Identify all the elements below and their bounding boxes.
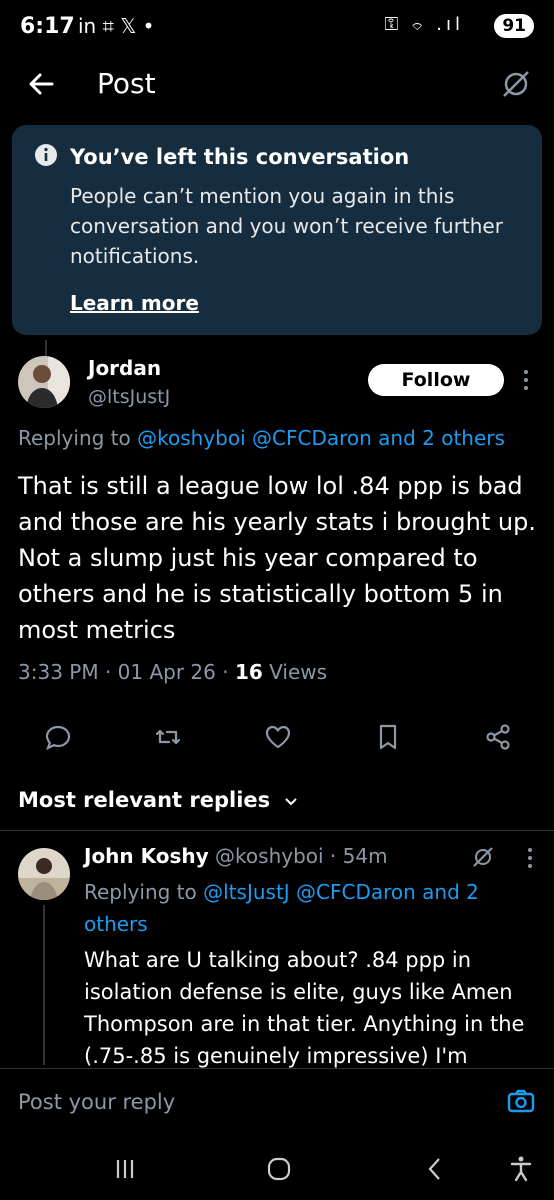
reply-replying-prefix: Replying to	[84, 880, 204, 904]
reply-handle-time: @koshyboi · 54m	[208, 844, 388, 868]
like-icon[interactable]	[263, 722, 293, 752]
grok-icon[interactable]	[470, 844, 496, 870]
more-options-icon[interactable]	[516, 366, 536, 394]
views-label: Views	[262, 660, 328, 684]
reply-text: What are U talking about? .84 ppp in iso…	[84, 948, 525, 1068]
learn-more-link[interactable]: Learn more	[70, 291, 199, 315]
post-timestamp: 3:33 PM · 01 Apr 26 ·	[18, 660, 235, 684]
author-name[interactable]: Jordan	[88, 356, 161, 380]
share-icon[interactable]	[483, 722, 513, 752]
left-conversation-banner: You’ve left this conversation People can…	[12, 125, 542, 335]
reply-author-name: John Koshy	[84, 844, 209, 868]
thread-connector	[43, 905, 45, 1065]
bookmark-icon[interactable]	[373, 722, 403, 752]
reply-replying-to: Replying to @ltsJustJ @CFCDaron and 2 ot…	[84, 876, 544, 940]
replying-prefix: Replying to	[18, 426, 138, 450]
info-icon	[34, 143, 58, 167]
views-count: 16	[234, 660, 263, 684]
chevron-down-icon	[285, 798, 298, 806]
more-options-icon[interactable]	[520, 844, 540, 872]
author-handle[interactable]: @ltsJustJ	[88, 386, 170, 408]
reply-avatar[interactable]	[18, 848, 70, 900]
grok-icon[interactable]	[496, 64, 536, 104]
replying-targets[interactable]: @koshyboi @CFCDaron and 2 others	[137, 426, 505, 450]
banner-title: You’ve left this conversation	[70, 145, 410, 169]
reply-input[interactable]: Post your reply	[18, 1090, 175, 1114]
repost-icon[interactable]	[153, 722, 183, 752]
replies-sort-dropdown[interactable]: Most relevant replies	[18, 788, 299, 812]
back-arrow-icon[interactable]	[22, 64, 62, 104]
replying-to: Replying to @koshyboi @CFCDaron and 2 ot…	[18, 426, 505, 450]
system-nav-bar	[0, 1140, 554, 1200]
recents-icon[interactable]	[110, 1154, 140, 1184]
replies-sort-label: Most relevant replies	[18, 788, 271, 812]
avatar[interactable]	[18, 356, 70, 408]
page-title: Post	[97, 67, 156, 100]
signal-icons: ⚿ ⌔ .ıl	[384, 14, 464, 35]
status-bar: 6:17 in ⌗ 𝕏 • ⚿ ⌔ .ıl 91	[0, 0, 554, 56]
clock: 6:17	[20, 14, 75, 39]
camera-icon[interactable]	[506, 1086, 536, 1116]
action-bar	[0, 722, 554, 758]
reply-icon[interactable]	[43, 722, 73, 752]
battery-indicator: 91	[494, 14, 534, 38]
notification-icons: in ⌗ 𝕏 •	[78, 14, 155, 38]
back-nav-icon[interactable]	[420, 1154, 450, 1184]
divider	[0, 830, 554, 831]
reply-author[interactable]: John Koshy @koshyboi · 54m	[84, 844, 388, 868]
home-icon[interactable]	[264, 1154, 294, 1184]
follow-button[interactable]: Follow	[368, 364, 504, 396]
post-text: That is still a league low lol .84 ppp i…	[18, 472, 536, 644]
banner-body: People can’t mention you again in this c…	[70, 184, 503, 268]
accessibility-icon[interactable]	[506, 1154, 536, 1184]
post-meta: 3:33 PM · 01 Apr 26 · 16 Views	[18, 660, 327, 684]
